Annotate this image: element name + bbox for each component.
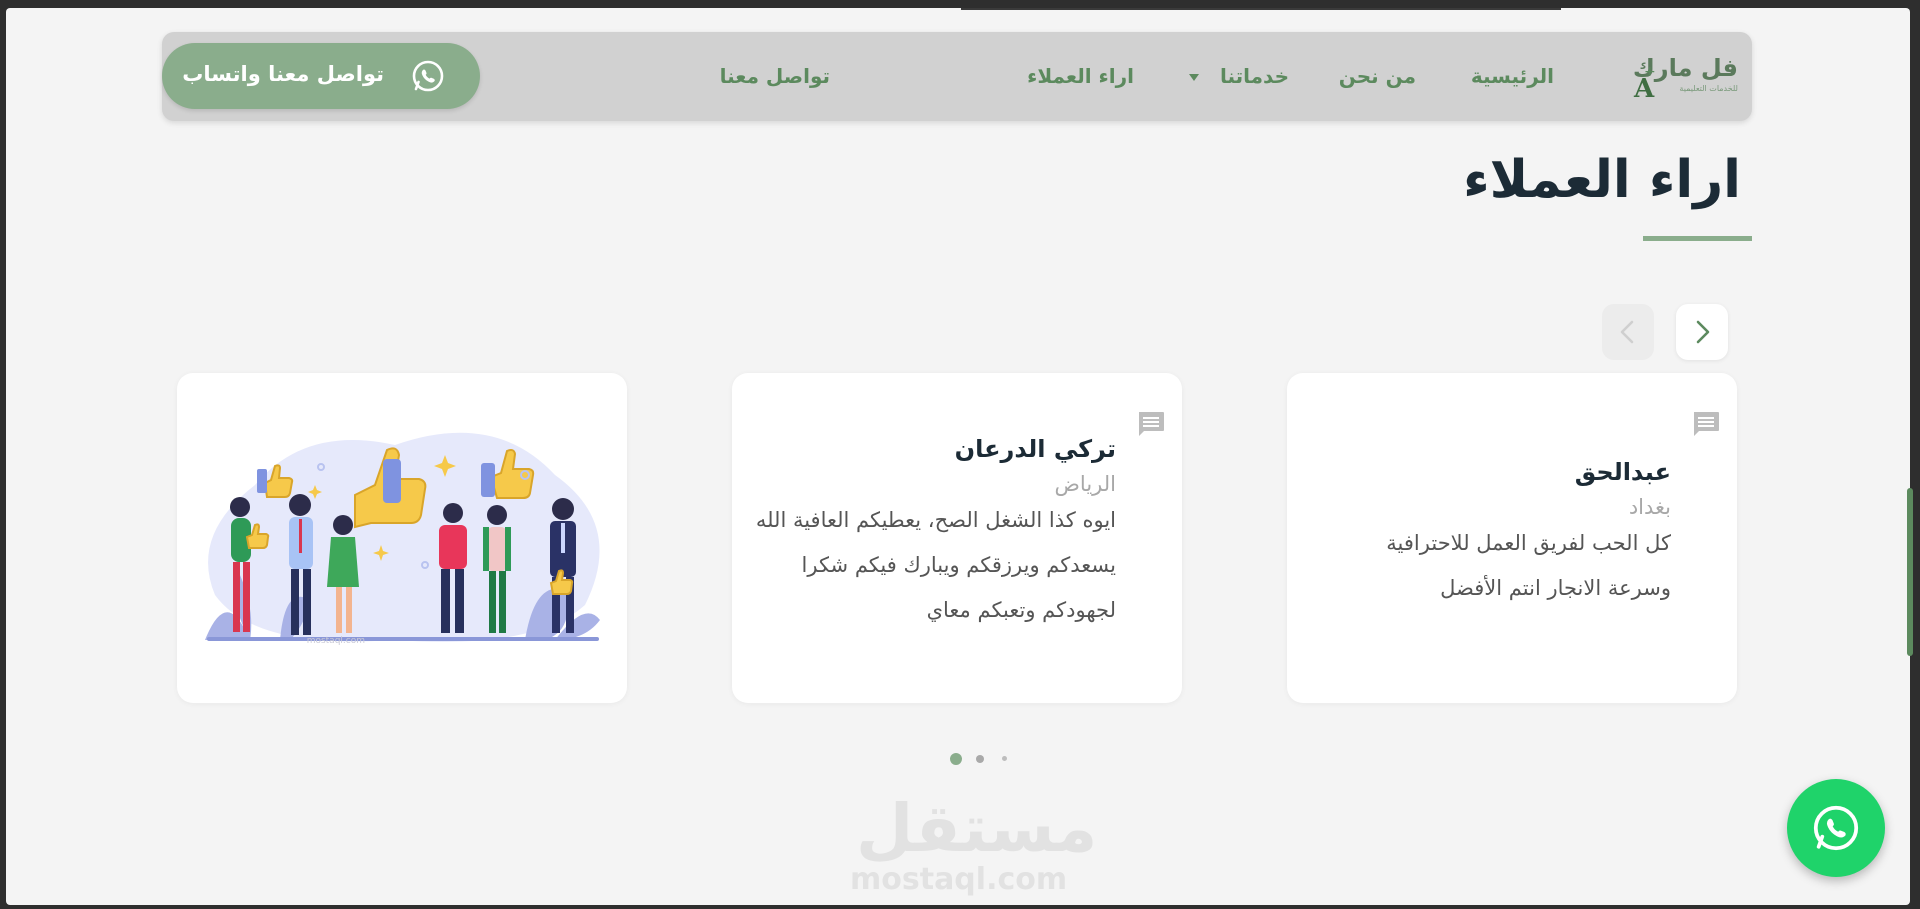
mostaql-watermark: مستقل mostaql.com xyxy=(842,790,1097,900)
whatsapp-contact-button[interactable]: تواصل معنا واتساب xyxy=(162,43,480,109)
site-logo[interactable]: فل مارك للخدمات التعليمية + A xyxy=(1628,54,1738,104)
nav-contact[interactable]: تواصل معنا xyxy=(720,64,830,88)
testimonial-city: بغداد xyxy=(1628,495,1671,519)
section-title: اراء العملاء xyxy=(1463,150,1741,210)
comment-icon xyxy=(1139,412,1164,436)
whatsapp-floating-button[interactable] xyxy=(1787,779,1885,877)
carousel-dot-2[interactable] xyxy=(976,755,984,763)
carousel-prev-button[interactable] xyxy=(1602,304,1654,360)
chevron-left-icon xyxy=(1620,320,1634,344)
nav-testimonials[interactable]: اراء العملاء xyxy=(1027,64,1134,88)
scrollbar-thumb[interactable] xyxy=(1907,488,1913,656)
testimonial-city: الرياض xyxy=(1054,472,1116,496)
comment-icon xyxy=(1694,412,1719,436)
whatsapp-icon xyxy=(412,60,444,92)
watermark-arabic: مستقل xyxy=(856,790,1098,867)
nav-services-label: خدماتنا xyxy=(1219,64,1289,88)
logo-subtext: للخدمات التعليمية xyxy=(1679,84,1738,93)
logo-letter: A xyxy=(1634,74,1655,104)
testimonial-text: ايوه كذا الشغل الصح، يعطيكم العافية الله… xyxy=(755,508,1116,622)
carousel-dot-1[interactable] xyxy=(950,753,962,765)
carousel-dot-3[interactable] xyxy=(1002,756,1007,761)
illustration-card: mostaql.com xyxy=(177,373,627,703)
nav-services[interactable]: خدماتنا xyxy=(1188,64,1289,88)
chevron-down-icon xyxy=(1188,74,1199,81)
testimonial-name: عبدالحق xyxy=(1574,458,1671,486)
testimonial-card: عبدالحق بغداد كل الحب لفريق العمل للاحتر… xyxy=(1287,373,1737,703)
chevron-right-icon xyxy=(1696,320,1710,344)
nav-home[interactable]: الرئيسية xyxy=(1471,64,1554,88)
testimonial-text: كل الحب لفريق العمل للاحترافية وسرعة الا… xyxy=(1386,531,1671,600)
title-underline xyxy=(1643,236,1752,241)
whatsapp-icon xyxy=(1813,805,1859,851)
carousel-next-button[interactable] xyxy=(1676,304,1728,360)
illustration-watermark: mostaql.com xyxy=(307,636,365,646)
testimonial-card: تركي الدرعان الرياض ايوه كذا الشغل الصح،… xyxy=(732,373,1182,703)
testimonial-name: تركي الدرعان xyxy=(954,435,1116,463)
happy-customers-illustration: mostaql.com xyxy=(205,432,600,646)
nav-about[interactable]: من نحن xyxy=(1339,64,1416,88)
navbar: فل مارك للخدمات التعليمية + A الرئيسية م… xyxy=(162,32,1752,121)
top-divider xyxy=(961,8,1561,10)
page-frame: فل مارك للخدمات التعليمية + A الرئيسية م… xyxy=(6,8,1910,905)
whatsapp-contact-label: تواصل معنا واتساب xyxy=(182,62,384,86)
watermark-latin: mostaql.com xyxy=(850,862,1068,897)
